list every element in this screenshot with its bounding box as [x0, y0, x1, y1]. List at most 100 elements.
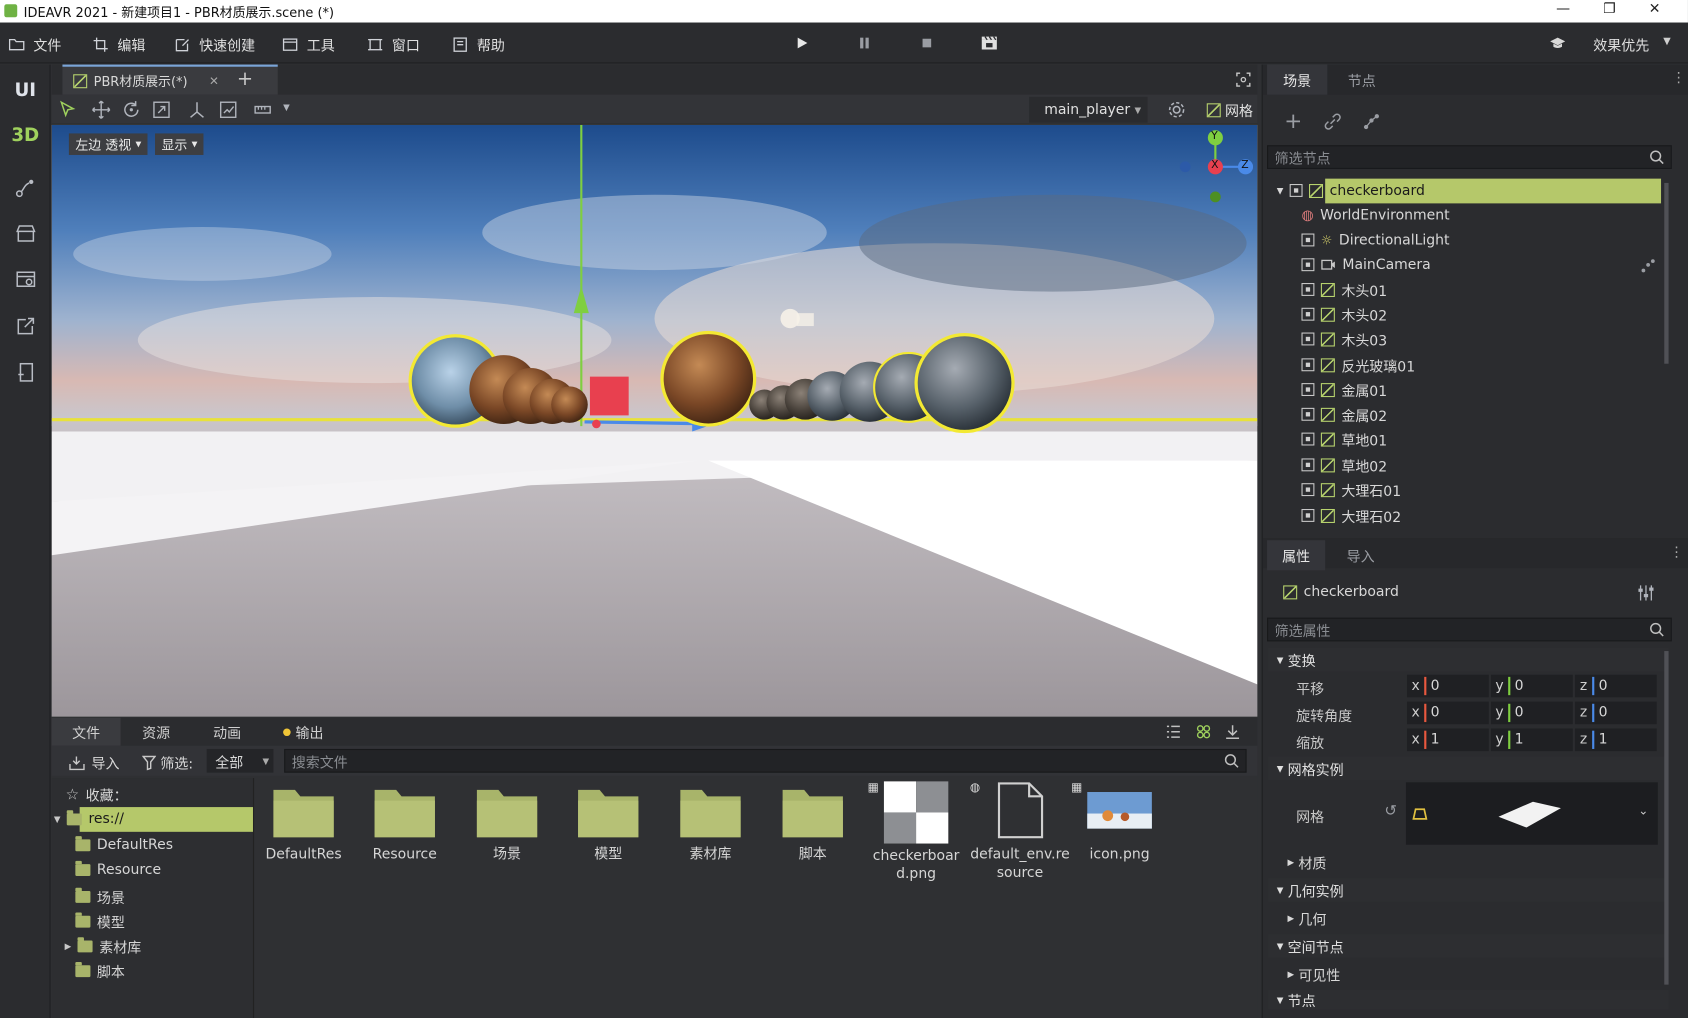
- file-item[interactable]: 模型: [565, 781, 651, 864]
- file-item[interactable]: 素材库: [667, 781, 753, 864]
- visibility-checkbox[interactable]: [1301, 233, 1315, 247]
- scale-tool-icon[interactable]: [152, 100, 171, 119]
- download-icon[interactable]: [1225, 724, 1240, 739]
- 3d-mode-button[interactable]: 3D: [0, 114, 51, 157]
- file-item[interactable]: icon.png: [1077, 781, 1163, 864]
- scene-node-row[interactable]: 大理石02: [1301, 504, 1401, 528]
- section-node[interactable]: ▼ 节点: [1268, 990, 1669, 1010]
- menu-help[interactable]: 帮助: [452, 33, 505, 55]
- sliders-icon[interactable]: [1637, 584, 1654, 601]
- close-tab-icon[interactable]: ✕: [209, 74, 219, 88]
- scale-x-field[interactable]: x1: [1406, 728, 1489, 752]
- scene-tree-scrollbar[interactable]: [1664, 182, 1669, 364]
- visibility-checkbox[interactable]: [1301, 383, 1315, 397]
- file-item[interactable]: checkerboard.png: [868, 781, 965, 883]
- grid-view-icon[interactable]: [1196, 724, 1211, 739]
- render-mode-select[interactable]: 效果优先: [1593, 34, 1649, 55]
- rotation-z-field[interactable]: z0: [1574, 701, 1657, 725]
- snap-tool-icon[interactable]: [219, 100, 238, 119]
- file-search-input[interactable]: 搜索文件: [284, 748, 1247, 773]
- file-item[interactable]: Resource: [362, 781, 448, 864]
- scene-node-row[interactable]: 草地01: [1301, 427, 1387, 451]
- inspector-scrollbar[interactable]: [1664, 651, 1669, 985]
- scene-node-row[interactable]: 大理石01: [1301, 478, 1401, 502]
- translation-z-field[interactable]: z0: [1574, 674, 1657, 698]
- rotate-tool-icon[interactable]: [122, 100, 141, 119]
- tree-item-resource[interactable]: Resource: [75, 860, 161, 878]
- fullscreen-icon[interactable]: [1236, 72, 1251, 91]
- graduate-cap-button[interactable]: [1549, 34, 1566, 51]
- chevron-down-icon[interactable]: ▼: [1663, 37, 1670, 48]
- node-tree-icon[interactable]: [1363, 113, 1380, 130]
- clapper-button[interactable]: [980, 34, 999, 51]
- translation-x-field[interactable]: x0: [1406, 674, 1489, 698]
- scene-node-row[interactable]: ◍ WorldEnvironment: [1301, 203, 1449, 227]
- link-icon[interactable]: [1324, 113, 1341, 130]
- scene-node-row[interactable]: 金属01: [1301, 378, 1387, 402]
- menu-quick-create[interactable]: 快速创建: [174, 33, 255, 55]
- tab-properties[interactable]: 属性: [1267, 540, 1326, 571]
- visibility-checkbox[interactable]: [1301, 258, 1315, 272]
- path-tool-button[interactable]: [0, 166, 51, 209]
- section-geometry-instance[interactable]: ▼ 几何实例: [1268, 878, 1669, 902]
- list-view-icon[interactable]: [1166, 724, 1181, 739]
- material-row[interactable]: ▶ 材质: [1287, 852, 1326, 873]
- menu-edit[interactable]: 编辑: [93, 33, 145, 55]
- scene-node-row[interactable]: 木头02: [1301, 302, 1387, 326]
- menu-tools[interactable]: 工具: [282, 33, 335, 55]
- display-button[interactable]: 显示 ▼: [155, 133, 204, 155]
- settings-panel-button[interactable]: [0, 258, 51, 301]
- import-button[interactable]: 导入: [69, 752, 120, 773]
- tree-item-defaultres[interactable]: DefaultRes: [75, 836, 173, 853]
- scale-y-field[interactable]: y1: [1490, 728, 1573, 752]
- visibility-checkbox[interactable]: [1301, 432, 1315, 446]
- visibility-checkbox[interactable]: [1301, 332, 1315, 346]
- export-button[interactable]: [0, 305, 51, 348]
- more-vertical-icon[interactable]: ⋮: [1670, 545, 1684, 561]
- rotation-x-field[interactable]: x0: [1406, 701, 1489, 725]
- tab-import[interactable]: 导入: [1329, 540, 1391, 570]
- node-script-icon[interactable]: [1641, 258, 1656, 273]
- menu-file[interactable]: 文件: [8, 33, 62, 55]
- geometry-row[interactable]: ▶ 几何: [1287, 908, 1326, 929]
- file-item[interactable]: 脚本: [770, 781, 856, 864]
- ruler-dropdown-icon[interactable]: ▼: [283, 102, 290, 112]
- view-mode-button[interactable]: 左边 透视 ▼: [68, 133, 148, 155]
- tab-nodes[interactable]: 节点: [1329, 65, 1394, 95]
- scene-node-row[interactable]: 草地02: [1301, 453, 1387, 477]
- player-select[interactable]: main_player ▼: [1029, 96, 1148, 123]
- visibility-checkbox[interactable]: [1301, 407, 1315, 421]
- tree-item-scripts[interactable]: 脚本: [75, 961, 125, 981]
- scene-node-row[interactable]: ☼ DirectionalLight: [1301, 228, 1450, 252]
- translation-y-field[interactable]: y0: [1490, 674, 1573, 698]
- file-item[interactable]: default_env.resource: [969, 781, 1071, 882]
- scene-node-row[interactable]: 木头01: [1301, 278, 1387, 302]
- visibility-checkbox[interactable]: [1301, 307, 1315, 321]
- store-button[interactable]: [0, 212, 51, 255]
- visibility-row[interactable]: ▶ 可见性: [1287, 964, 1340, 984]
- visibility-checkbox[interactable]: [1301, 458, 1315, 472]
- file-item[interactable]: DefaultRes: [261, 781, 347, 864]
- filter-select[interactable]: 全部 ▼: [206, 748, 274, 773]
- node-filter-input[interactable]: 筛选节点: [1267, 145, 1672, 169]
- scene-node-row[interactable]: 反光玻璃01: [1301, 353, 1415, 377]
- gear-icon[interactable]: [1167, 100, 1186, 119]
- scale-z-field[interactable]: z1: [1574, 728, 1657, 752]
- tree-item-models[interactable]: 模型: [75, 911, 125, 932]
- visibility-checkbox[interactable]: [1301, 483, 1315, 497]
- select-tool-icon[interactable]: [58, 100, 77, 119]
- stop-button[interactable]: [918, 34, 935, 51]
- section-spatial[interactable]: ▼ 空间节点: [1268, 934, 1669, 958]
- close-button[interactable]: ✕: [1638, 1, 1670, 21]
- scene-node-row[interactable]: 木头03: [1301, 327, 1387, 351]
- ruler-icon[interactable]: [254, 100, 273, 119]
- favorites-row[interactable]: ☆ 收藏：: [66, 784, 128, 805]
- tab-scene[interactable]: 场景: [1267, 64, 1328, 95]
- visibility-checkbox[interactable]: [1301, 358, 1315, 372]
- maximize-button[interactable]: ❐: [1593, 1, 1625, 21]
- minimize-button[interactable]: —: [1547, 1, 1579, 21]
- tab-files[interactable]: 文件: [51, 717, 121, 746]
- play-button[interactable]: [793, 34, 810, 51]
- mesh-resource-picker[interactable]: ⌄: [1405, 782, 1658, 845]
- tree-item-res[interactable]: ▼ res://: [54, 810, 124, 828]
